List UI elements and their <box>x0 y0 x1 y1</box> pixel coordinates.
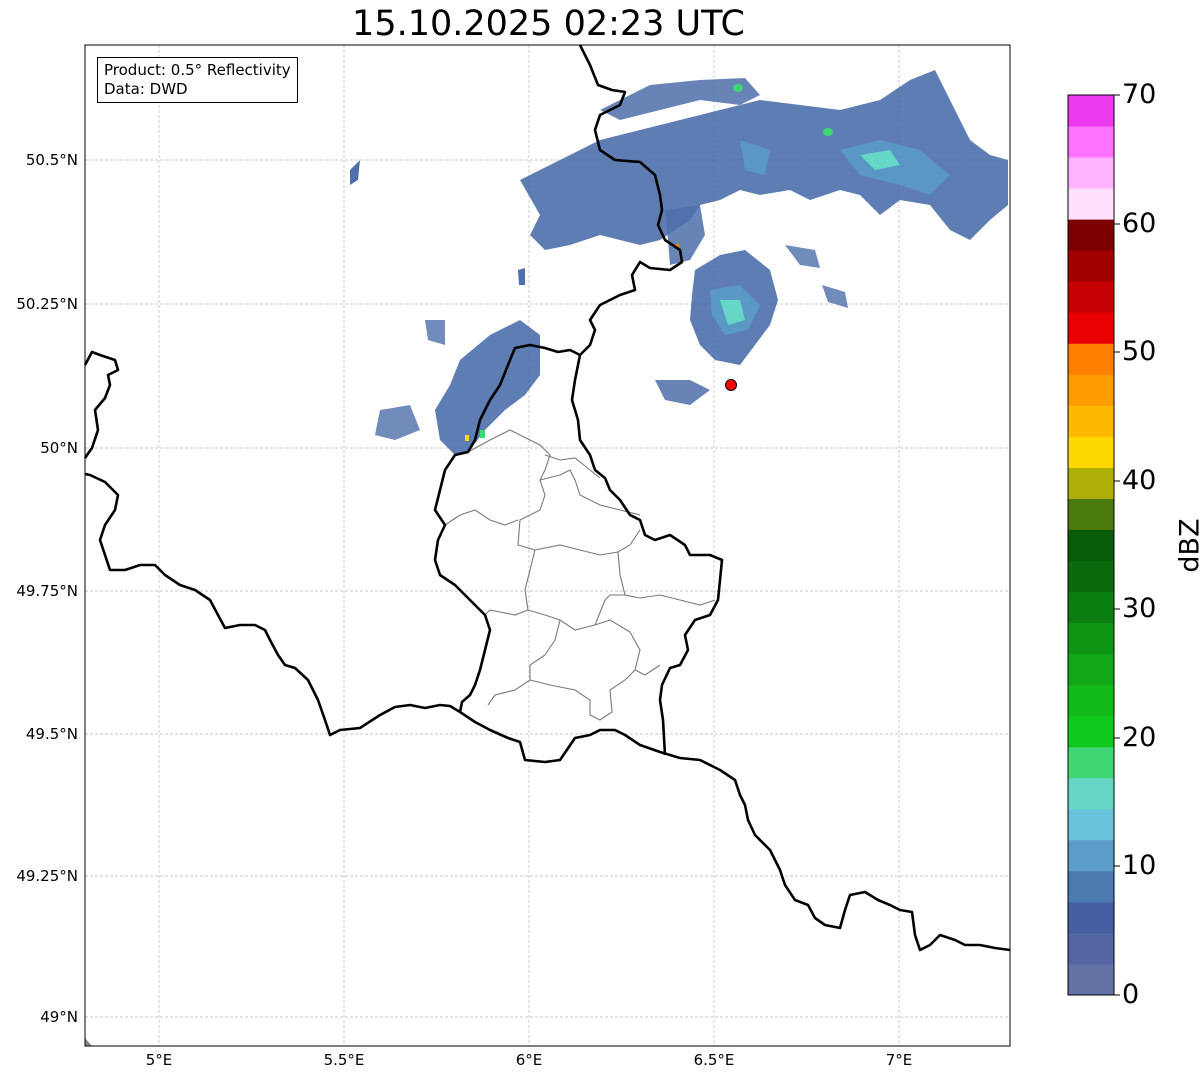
colorbar-segment <box>1068 343 1114 375</box>
lon-label: 6°E <box>515 1051 543 1069</box>
colorbar-segment <box>1068 932 1114 965</box>
lat-label: 49.25°N <box>16 867 78 885</box>
colorbar-label: dBZ <box>1174 518 1202 573</box>
colorbar-segment <box>1068 591 1114 624</box>
lon-label: 7°E <box>885 1051 913 1069</box>
lat-label: 49.75°N <box>16 582 78 600</box>
colorbar-segment <box>1068 901 1114 934</box>
lat-label: 49.5°N <box>25 725 78 743</box>
product-info-box: Product: 0.5° Reflectivity Data: DWD <box>97 57 298 103</box>
colorbar-segment <box>1068 529 1114 562</box>
colorbar-segment <box>1068 405 1114 437</box>
colorbar-tick-label: 40 <box>1122 465 1157 496</box>
radar-site-marker <box>725 379 737 391</box>
colorbar-segment <box>1068 622 1114 655</box>
colorbar-segment <box>1068 95 1114 127</box>
colorbar-segment <box>1068 157 1114 189</box>
colorbar-segment <box>1068 808 1114 841</box>
colorbar-tick-label: 50 <box>1122 336 1157 367</box>
colorbar-segment <box>1068 374 1114 406</box>
radar-map <box>83 44 1120 1047</box>
colorbar-tick-label: 0 <box>1122 979 1140 1010</box>
colorbar-segment <box>1068 219 1114 251</box>
lat-label: 50.5°N <box>25 151 78 169</box>
lon-label: 5.5°E <box>323 1051 365 1069</box>
colorbar-segment <box>1068 746 1114 779</box>
colorbar-segment <box>1068 839 1114 872</box>
data-source-label: Data: DWD <box>104 80 188 98</box>
colorbar-tick-label: 20 <box>1122 722 1157 753</box>
colorbar-tick-label: 60 <box>1122 208 1157 239</box>
product-label: Product: 0.5° Reflectivity <box>104 61 291 79</box>
colorbar-segment <box>1068 777 1114 810</box>
colorbar-segment <box>1068 436 1114 468</box>
colorbar-segment <box>1068 250 1114 282</box>
lon-label: 6.5°E <box>693 1051 735 1069</box>
colorbar-tick-label: 30 <box>1122 593 1157 624</box>
colorbar-ticks <box>1114 94 1120 996</box>
colorbar-segment <box>1068 653 1114 686</box>
colorbar-segment <box>1068 684 1114 717</box>
lat-label: 50°N <box>40 439 78 457</box>
colorbar-segment <box>1068 188 1114 220</box>
colorbar-segment <box>1068 963 1114 996</box>
colorbar-segment <box>1068 498 1114 530</box>
colorbar-tick-label: 10 <box>1122 850 1157 881</box>
colorbar-segment <box>1068 467 1114 499</box>
lat-label: 49°N <box>40 1008 78 1026</box>
colorbar-segment <box>1068 870 1114 903</box>
colorbar-segment <box>1068 715 1114 748</box>
colorbar-segment <box>1068 281 1114 313</box>
lat-label: 50.25°N <box>16 295 78 313</box>
map-title: 15.10.2025 02:23 UTC <box>352 4 745 44</box>
colorbar-segment <box>1068 312 1114 344</box>
colorbar <box>1068 95 1114 996</box>
lon-label: 5°E <box>145 1051 173 1069</box>
colorbar-segment <box>1068 560 1114 593</box>
colorbar-segment <box>1068 126 1114 158</box>
colorbar-tick-label: 70 <box>1122 79 1157 110</box>
